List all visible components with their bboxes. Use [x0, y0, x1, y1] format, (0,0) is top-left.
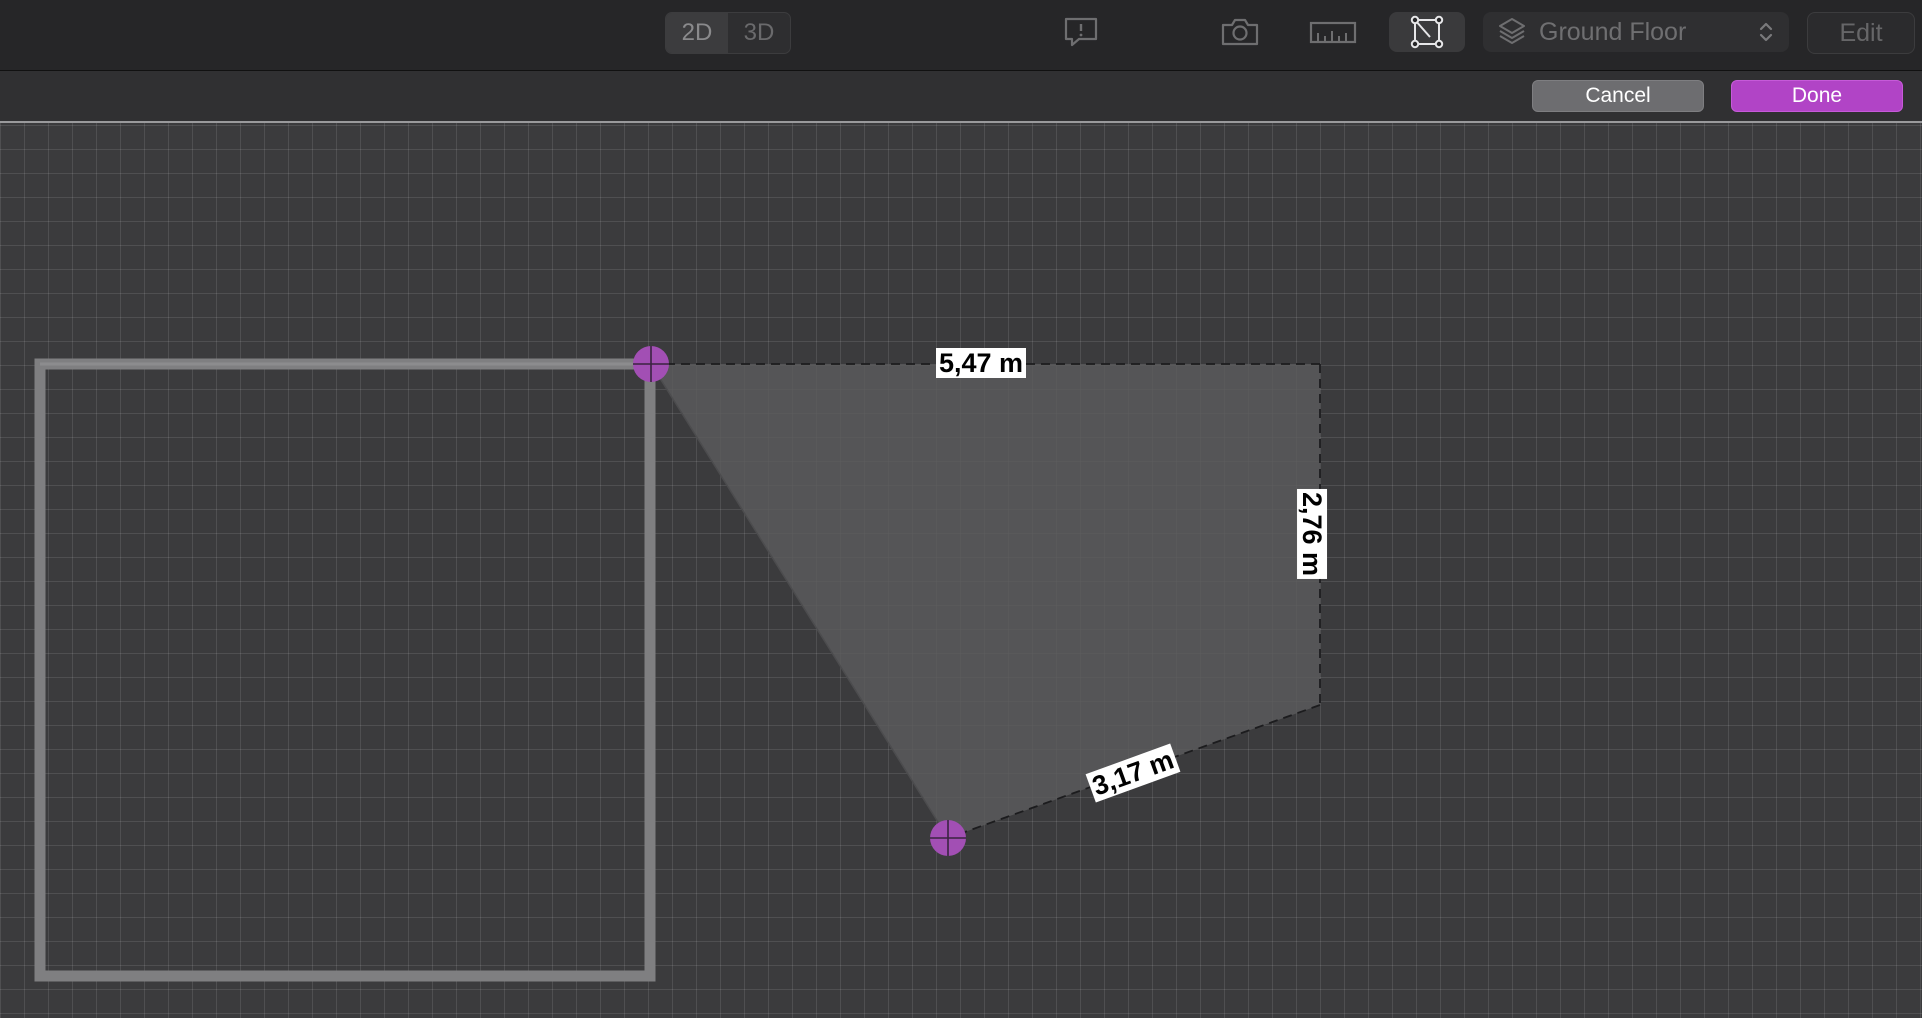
camera-icon: [1221, 18, 1259, 46]
camera-button[interactable]: [1210, 12, 1270, 52]
ruler-icon: [1309, 21, 1357, 44]
dimension-label-right: 2,76 m: [1297, 488, 1328, 580]
room-shape-icon: [1410, 15, 1444, 49]
floor-plan-drawing: [34, 346, 1321, 982]
report-issue-button[interactable]: [1051, 12, 1111, 52]
vertex-handle[interactable]: [633, 346, 669, 382]
top-toolbar: 2D 3D Ground Floor Edit: [0, 0, 1922, 71]
edit-button[interactable]: Edit: [1807, 12, 1915, 54]
floor-plan-canvas[interactable]: 5,47 m 2,76 m 3,17 m: [0, 123, 1922, 1018]
existing-room-walls[interactable]: [34, 358, 656, 982]
view-mode-segmented-control: 2D 3D: [665, 12, 791, 54]
layers-icon: [1499, 18, 1525, 44]
view-3d-button[interactable]: 3D: [728, 13, 790, 53]
view-2d-button[interactable]: 2D: [666, 13, 728, 53]
chevron-updown-icon: [1759, 22, 1773, 42]
measure-button[interactable]: [1303, 12, 1363, 52]
cancel-button[interactable]: Cancel: [1532, 80, 1704, 112]
done-button[interactable]: Done: [1731, 80, 1903, 112]
floor-select[interactable]: Ground Floor: [1483, 12, 1789, 52]
new-room-shape: [651, 364, 1320, 838]
dimension-label-top: 5,47 m: [936, 348, 1027, 378]
floor-select-value: Ground Floor: [1539, 17, 1687, 46]
vertex-handle[interactable]: [930, 820, 966, 856]
room-shape-button[interactable]: [1389, 12, 1465, 52]
report-issue-icon: [1064, 17, 1098, 47]
